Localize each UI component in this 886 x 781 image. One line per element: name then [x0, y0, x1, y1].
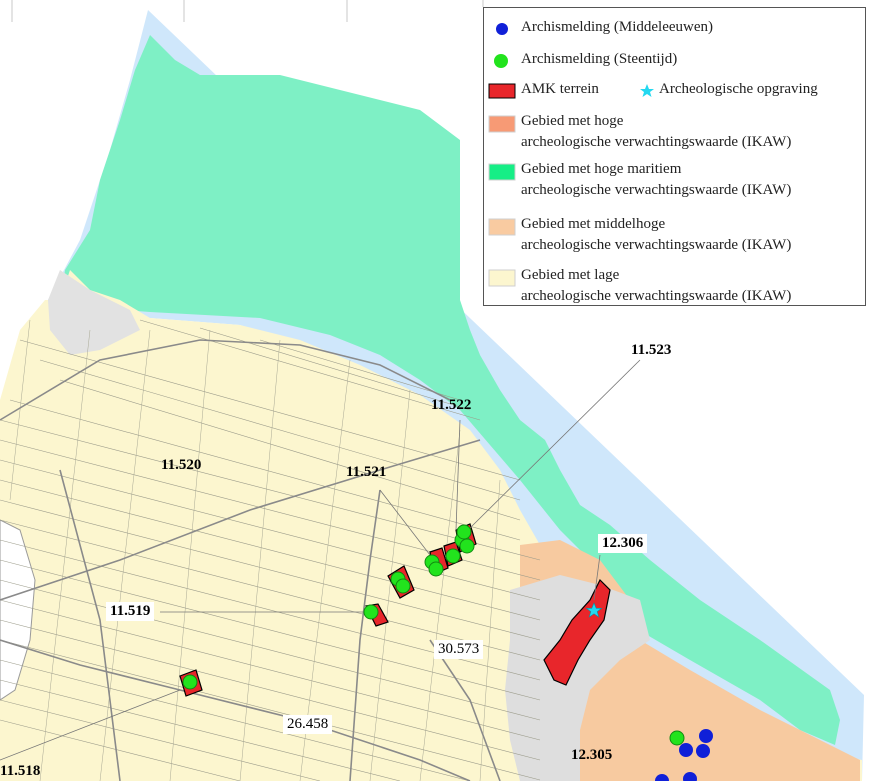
legend-lage-line1: Gebied met lage	[521, 267, 620, 283]
label-11519: 11.519	[106, 602, 155, 621]
maritiem-legend-swatch	[488, 163, 516, 181]
map-frame-lines	[11, 0, 484, 22]
steentijd-findspot	[428, 561, 444, 577]
label-11520: 11.520	[161, 457, 202, 473]
middeleeuwen-findspot	[696, 744, 710, 758]
label-12305: 12.305	[571, 747, 613, 763]
middeleeuwen-findspot	[699, 729, 713, 743]
steentijd-findspot	[445, 548, 461, 564]
label-12306: 12.306	[598, 534, 648, 553]
amk-legend-icon	[488, 83, 516, 99]
steentijd-findspot	[182, 674, 198, 690]
middeleeuwen-legend-icon	[496, 23, 508, 35]
legend-hoge-line2: archeologische verwachtingswaarde (IKAW)	[521, 134, 792, 150]
legend-hoge-line1: Gebied met hoge	[521, 113, 624, 129]
steentijd-findspot	[395, 578, 411, 594]
label-26458: 26.458	[283, 715, 333, 734]
legend-steentijd: Archismelding (Steentijd)	[521, 51, 678, 67]
steentijd-findspot	[669, 730, 685, 746]
legend-lage-line2: archeologische verwachtingswaarde (IKAW)	[521, 288, 792, 304]
label-11522: 11.522	[431, 397, 472, 413]
steentijd-findspot	[459, 538, 475, 554]
map-legend: Archismelding (Middeleeuwen) Archismeldi…	[483, 7, 866, 306]
steentijd-findspot	[363, 604, 379, 620]
label-11518: 11.518	[0, 763, 41, 779]
legend-middeleeuwen: Archismelding (Middeleeuwen)	[521, 19, 714, 35]
steentijd-findspot	[456, 524, 472, 540]
label-30573: 30.573	[434, 640, 484, 659]
legend-opgraving: Archeologische opgraving	[659, 81, 818, 97]
opgraving-legend-icon	[640, 84, 654, 97]
middelhoge-legend-swatch	[488, 218, 516, 236]
legend-middelhoge-line2: archeologische verwachtingswaarde (IKAW)	[521, 237, 792, 253]
legend-middelhoge-line1: Gebied met middelhoge	[521, 216, 666, 232]
middeleeuwen-findspot	[679, 743, 693, 757]
hoge-legend-swatch	[488, 115, 516, 133]
legend-maritiem-line2: archeologische verwachtingswaarde (IKAW)	[521, 182, 792, 198]
label-11521: 11.521	[346, 464, 387, 480]
legend-maritiem-line1: Gebied met hoge maritiem	[521, 161, 682, 177]
legend-amk: AMK terrein	[521, 81, 599, 97]
steentijd-legend-icon	[494, 54, 508, 68]
label-11523: 11.523	[631, 342, 672, 358]
lage-legend-swatch	[488, 269, 516, 287]
